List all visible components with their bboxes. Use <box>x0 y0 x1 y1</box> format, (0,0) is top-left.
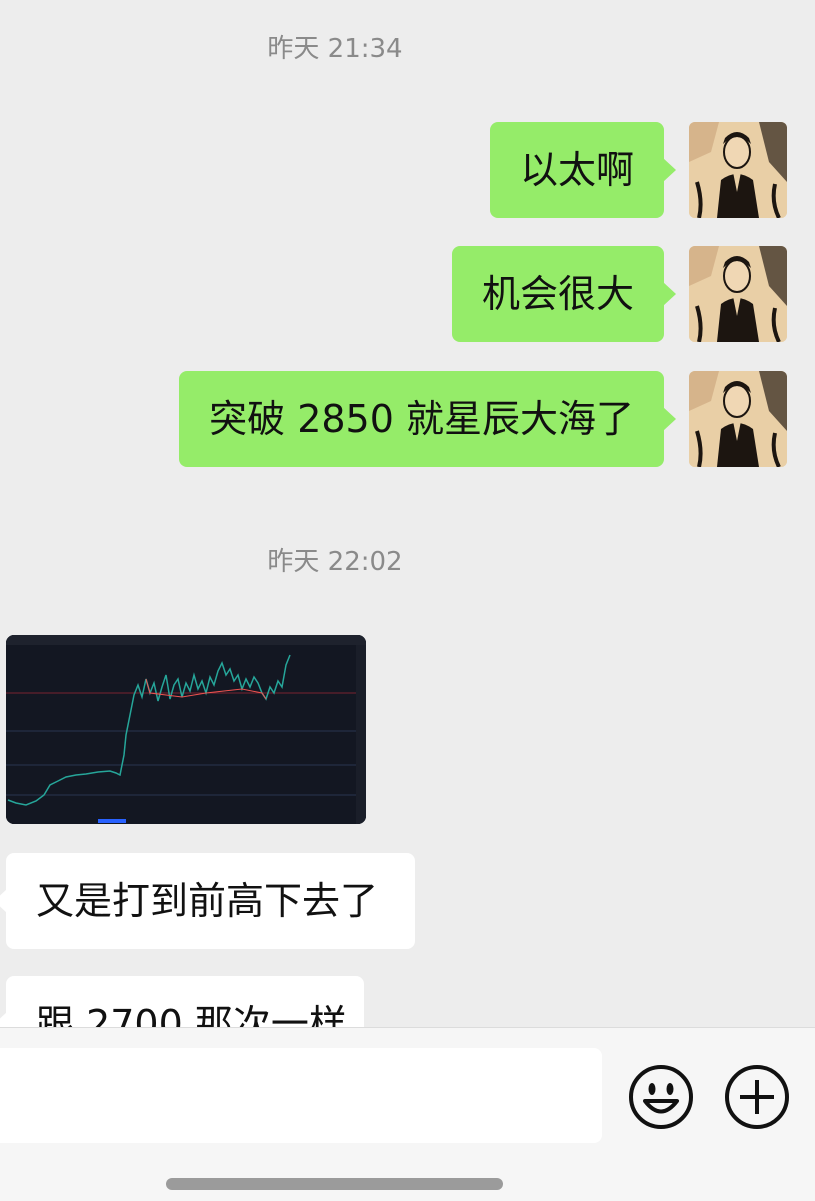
received-message[interactable]: 又是打到前高下去了 <box>0 853 415 949</box>
chart-screenshot-image[interactable] <box>6 635 366 824</box>
message-input[interactable] <box>0 1048 602 1143</box>
emoji-icon <box>629 1065 693 1129</box>
received-message[interactable]: 跟 2700 那次一样 <box>0 976 364 1027</box>
chat-area[interactable]: 昨天 21:34 以太啊 机会很大 突破 2850 就星辰大海了 昨天 22:0… <box>0 0 815 1027</box>
emoji-button[interactable] <box>628 1064 694 1130</box>
avatar[interactable] <box>689 246 787 342</box>
timestamp: 昨天 22:02 <box>267 547 403 577</box>
sent-message[interactable]: 机会很大 <box>451 246 677 342</box>
sent-message[interactable]: 以太啊 <box>489 122 677 218</box>
sent-message[interactable]: 突破 2850 就星辰大海了 <box>179 371 676 467</box>
timestamp: 昨天 21:34 <box>267 34 403 64</box>
avatar-portrait-image <box>689 371 787 467</box>
avatar[interactable] <box>689 371 787 467</box>
price-chart-thumbnail <box>6 635 366 824</box>
input-bar <box>0 1027 815 1201</box>
more-button[interactable] <box>724 1064 790 1130</box>
avatar-portrait-image <box>689 246 787 342</box>
avatar[interactable] <box>689 122 787 218</box>
plus-icon <box>725 1065 789 1129</box>
avatar-portrait-image <box>689 122 787 218</box>
home-indicator[interactable] <box>166 1178 503 1190</box>
